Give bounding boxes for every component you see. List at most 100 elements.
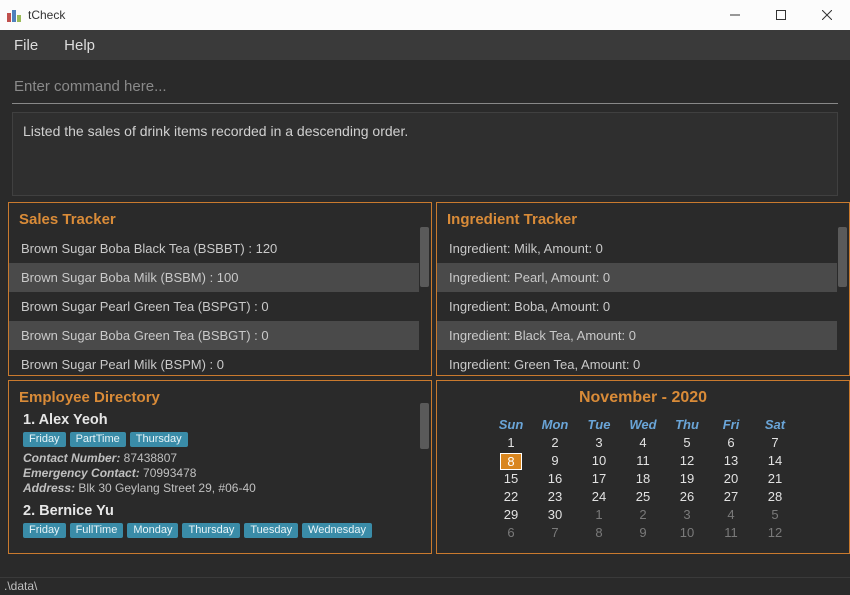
calendar-day[interactable]: 11 (621, 453, 665, 470)
calendar-day[interactable]: 3 (577, 435, 621, 452)
employee-tags: FridayPartTimeThursday (23, 432, 421, 447)
calendar-day[interactable]: 5 (753, 507, 797, 524)
tag: FullTime (70, 523, 124, 538)
tag: PartTime (70, 432, 126, 447)
tag: Thursday (182, 523, 240, 538)
calendar-day-header: Thu (665, 417, 709, 434)
scrollbar[interactable] (420, 403, 429, 449)
employee-directory-title: Employee Directory (9, 381, 431, 412)
calendar-day[interactable]: 1 (577, 507, 621, 524)
calendar-title: November - 2020 (579, 389, 707, 407)
calendar-day[interactable]: 10 (665, 525, 709, 542)
employee-field: Emergency Contact: 70993478 (23, 466, 421, 480)
calendar-day[interactable]: 9 (533, 453, 577, 470)
output-panel: Listed the sales of drink items recorded… (12, 112, 838, 196)
calendar-day[interactable]: 30 (533, 507, 577, 524)
list-item[interactable]: Brown Sugar Boba Green Tea (BSBGT) : 0 (9, 321, 419, 350)
list-item[interactable]: Brown Sugar Boba Black Tea (BSBBT) : 120 (9, 234, 419, 263)
calendar-day[interactable]: 2 (621, 507, 665, 524)
menu-file[interactable]: File (8, 35, 44, 56)
ingredient-tracker-panel: Ingredient Tracker Ingredient: Milk, Amo… (436, 202, 850, 376)
menubar: File Help (0, 30, 850, 60)
calendar-day[interactable]: 24 (577, 489, 621, 506)
list-item[interactable]: Ingredient: Boba, Amount: 0 (437, 292, 837, 321)
calendar-grid: SunMonTueWedThuFriSat1234567891011121314… (489, 417, 797, 542)
calendar-day[interactable]: 29 (489, 507, 533, 524)
calendar-day[interactable]: 6 (709, 435, 753, 452)
calendar-day-header: Fri (709, 417, 753, 434)
ingredient-list: Ingredient: Milk, Amount: 0 Ingredient: … (437, 234, 849, 375)
statusbar: .\data\ (0, 577, 850, 595)
calendar-day[interactable]: 19 (665, 471, 709, 488)
titlebar: tCheck (0, 0, 850, 30)
calendar-day[interactable]: 13 (709, 453, 753, 470)
calendar-day[interactable]: 16 (533, 471, 577, 488)
list-item[interactable]: Brown Sugar Boba Milk (BSBM) : 100 (9, 263, 419, 292)
close-button[interactable] (804, 0, 850, 30)
calendar-day[interactable]: 18 (621, 471, 665, 488)
calendar-day[interactable]: 22 (489, 489, 533, 506)
calendar-day[interactable]: 26 (665, 489, 709, 506)
list-item[interactable]: Brown Sugar Pearl Milk (BSPM) : 0 (9, 350, 419, 375)
calendar-day[interactable]: 8 (577, 525, 621, 542)
calendar-day[interactable]: 9 (621, 525, 665, 542)
employee-field: Contact Number: 87438807 (23, 451, 421, 465)
list-item[interactable]: Ingredient: Pearl, Amount: 0 (437, 263, 837, 292)
calendar-day[interactable]: 15 (489, 471, 533, 488)
tag: Thursday (130, 432, 188, 447)
calendar-day[interactable]: 6 (489, 525, 533, 542)
maximize-button[interactable] (758, 0, 804, 30)
employee-directory-panel: Employee Directory 1. Alex YeohFridayPar… (8, 380, 432, 554)
calendar-day[interactable]: 8 (489, 453, 533, 470)
calendar-day[interactable]: 28 (753, 489, 797, 506)
tag: Friday (23, 523, 66, 538)
list-item[interactable]: Ingredient: Green Tea, Amount: 0 (437, 350, 837, 375)
employee-name: 2. Bernice Yu (23, 503, 421, 519)
menu-help[interactable]: Help (58, 35, 101, 56)
calendar-day[interactable]: 27 (709, 489, 753, 506)
employee-list: 1. Alex YeohFridayPartTimeThursdayContac… (9, 412, 431, 546)
minimize-button[interactable] (712, 0, 758, 30)
calendar-day[interactable]: 17 (577, 471, 621, 488)
tag: Tuesday (244, 523, 298, 538)
calendar-day[interactable]: 3 (665, 507, 709, 524)
calendar-panel: November - 2020 SunMonTueWedThuFriSat123… (436, 380, 850, 554)
calendar-day[interactable]: 1 (489, 435, 533, 452)
tag: Monday (127, 523, 178, 538)
calendar-day[interactable]: 12 (665, 453, 709, 470)
calendar-day[interactable]: 25 (621, 489, 665, 506)
calendar-day-header: Wed (621, 417, 665, 434)
list-item[interactable]: Brown Sugar Pearl Green Tea (BSPGT) : 0 (9, 292, 419, 321)
scrollbar[interactable] (838, 227, 847, 287)
calendar-day[interactable]: 20 (709, 471, 753, 488)
sales-list: Brown Sugar Boba Black Tea (BSBBT) : 120… (9, 234, 431, 375)
calendar-day[interactable]: 12 (753, 525, 797, 542)
calendar-day-header: Mon (533, 417, 577, 434)
employee-field: Address: Blk 30 Geylang Street 29, #06-4… (23, 481, 421, 495)
calendar-day[interactable]: 11 (709, 525, 753, 542)
calendar-day[interactable]: 7 (753, 435, 797, 452)
list-item[interactable]: Ingredient: Milk, Amount: 0 (437, 234, 837, 263)
list-item[interactable]: Ingredient: Black Tea, Amount: 0 (437, 321, 837, 350)
sales-tracker-title: Sales Tracker (9, 203, 431, 234)
app-icon (6, 7, 22, 23)
calendar-day[interactable]: 7 (533, 525, 577, 542)
calendar-day[interactable]: 4 (621, 435, 665, 452)
employee-entry[interactable]: 1. Alex YeohFridayPartTimeThursdayContac… (23, 412, 421, 495)
employee-entry[interactable]: 2. Bernice Yu Friday FullTimeMonday Thursda… (23, 503, 421, 538)
calendar-day-header: Sat (753, 417, 797, 434)
scrollbar[interactable] (420, 227, 429, 287)
command-input[interactable] (12, 72, 838, 104)
calendar-day[interactable]: 21 (753, 471, 797, 488)
calendar-day[interactable]: 5 (665, 435, 709, 452)
calendar-day[interactable]: 2 (533, 435, 577, 452)
window-title: tCheck (28, 8, 712, 22)
calendar-day-header: Sun (489, 417, 533, 434)
calendar-day-header: Tue (577, 417, 621, 434)
calendar-day[interactable]: 4 (709, 507, 753, 524)
calendar-day[interactable]: 23 (533, 489, 577, 506)
ingredient-tracker-title: Ingredient Tracker (437, 203, 849, 234)
tag: Wednesday (302, 523, 372, 538)
calendar-day[interactable]: 10 (577, 453, 621, 470)
calendar-day[interactable]: 14 (753, 453, 797, 470)
